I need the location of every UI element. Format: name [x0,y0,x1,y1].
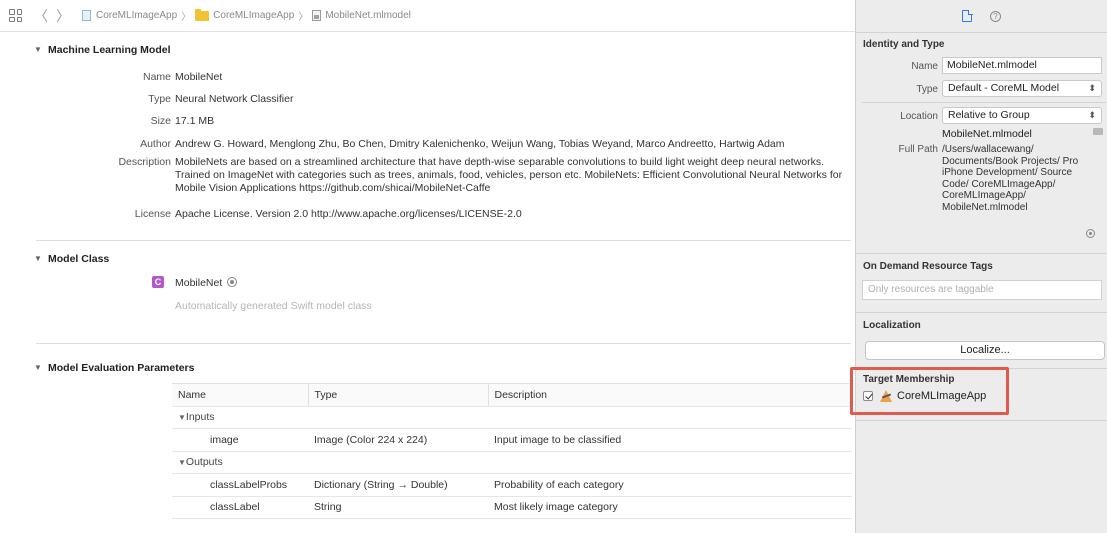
name-label: Name [911,61,938,72]
parameters-table: Name Type Description ▼Inputs image Imag… [172,383,852,519]
inputs-group-label[interactable]: ▼Inputs [172,406,852,429]
param-type: String [308,496,488,519]
related-items-grid-icon[interactable] [9,9,22,22]
section-title: Machine Learning Model [48,44,171,56]
breadcrumb-group[interactable]: CoreMLImageApp [213,10,294,21]
type-label: Type [148,93,171,105]
inspector-divider [856,420,1107,421]
table-header-row: Name Type Description [172,383,852,407]
location-filename: MobileNet.mlmodel [942,128,1032,140]
disclosure-triangle-icon[interactable]: ▼ [34,45,42,54]
section-model-class[interactable]: ▼ Model Class [34,253,110,265]
inspector-divider [856,253,1107,254]
updown-arrows-icon: ⬍ [1088,110,1096,120]
target-membership-highlight [850,367,1009,415]
section-title: Model Class [48,253,110,265]
section-divider [36,343,851,344]
location-select[interactable]: Relative to Group ⬍ [942,107,1102,124]
group-label: Outputs [185,456,223,469]
outputs-group-row[interactable]: ▼Outputs [172,451,852,474]
breadcrumb-separator: 〉 [181,12,192,23]
type-value: Neural Network Classifier [175,93,294,105]
name-field[interactable]: MobileNet.mlmodel [942,57,1102,74]
column-header-description[interactable]: Description [488,383,852,407]
inspector-tabs: ? [856,0,1107,32]
author-label: Author [140,138,171,150]
param-name: image [172,428,308,452]
section-divider [36,240,851,241]
full-path-value: /Users/wallacewang/ Documents/Book Proje… [942,144,1079,213]
identity-type-header: Identity and Type [863,39,945,50]
location-select-value: Relative to Group [948,109,1030,121]
outputs-group-label[interactable]: ▼Outputs [172,451,852,474]
section-machine-learning-model[interactable]: ▼ Machine Learning Model [34,44,171,56]
inspector-divider [862,102,1106,103]
project-file-icon [82,10,91,21]
model-class-note: Automatically generated Swift model clas… [175,300,372,312]
param-description: Probability of each category [488,473,852,497]
table-row: image Image (Color 224 x 224) Input imag… [172,428,852,452]
forward-arrow-icon[interactable]: 〉 [56,9,70,23]
group-label: Inputs [185,411,215,424]
model-editor: ▼ Machine Learning Model Name MobileNet … [0,32,855,533]
param-name: classLabel [172,496,308,519]
breadcrumb-file[interactable]: MobileNet.mlmodel [325,10,411,21]
param-description: Input image to be classified [488,428,852,452]
file-inspector: ? Identity and Type Name MobileNet.mlmod… [855,0,1107,533]
type-label: Type [916,84,938,95]
resource-tags-input[interactable]: Only resources are taggable [862,280,1102,300]
localization-header: Localization [863,320,921,331]
disclosure-triangle-icon[interactable]: ▼ [178,413,186,422]
disclosure-triangle-icon[interactable]: ▼ [178,458,186,467]
inspector-divider [856,312,1107,313]
size-label: Size [150,115,171,127]
choose-folder-icon[interactable] [1093,128,1103,135]
full-path-label: Full Path [898,144,938,155]
model-class-name: MobileNet [175,277,238,289]
description-label: Description [118,156,171,168]
license-label: License [134,208,171,220]
class-name-text: MobileNet [175,277,223,289]
column-header-type[interactable]: Type [308,383,489,407]
param-type: Dictionary (String → Double) [308,473,488,497]
param-type: Image (Color 224 x 224) [308,428,488,452]
section-title: Model Evaluation Parameters [48,362,195,374]
author-value: Andrew G. Howard, Menglong Zhu, Bo Chen,… [175,138,785,150]
inputs-group-row[interactable]: ▼Inputs [172,406,852,429]
breadcrumb-separator: 〉 [298,12,309,23]
navigate-arrow-icon[interactable] [227,277,238,287]
breadcrumb-project[interactable]: CoreMLImageApp [96,10,177,21]
folder-icon [195,8,210,21]
description-value: MobileNets are based on a streamlined ar… [175,156,843,194]
mlmodel-file-icon [312,10,322,21]
updown-arrows-icon: ⬍ [1088,83,1096,93]
column-header-name[interactable]: Name [172,383,309,407]
swift-class-icon: C [152,276,164,288]
section-model-evaluation-parameters[interactable]: ▼ Model Evaluation Parameters [34,362,195,374]
localize-button[interactable]: Localize... [865,341,1105,360]
size-value: 17.1 MB [175,115,215,127]
file-inspector-tab-icon[interactable] [962,9,973,22]
type-select[interactable]: Default - CoreML Model ⬍ [942,80,1102,97]
param-name: classLabelProbs [172,473,308,497]
disclosure-triangle-icon[interactable]: ▼ [34,254,42,263]
type-select-value: Default - CoreML Model [948,82,1060,94]
table-row: classLabelProbs Dictionary (String → Dou… [172,473,852,497]
param-description: Most likely image category [488,496,852,519]
on-demand-resource-tags-header: On Demand Resource Tags [863,261,993,272]
reveal-in-finder-icon[interactable] [1086,229,1095,238]
location-label: Location [900,111,938,122]
table-row: classLabel String Most likely image cate… [172,496,852,519]
name-label: Name [142,71,171,83]
breadcrumb: CoreMLImageApp 〉 CoreMLImageApp 〉 Mobile… [70,8,411,23]
name-value: MobileNet [175,71,223,83]
license-value: Apache License. Version 2.0 http://www.a… [175,208,522,220]
jump-bar: 〈 〉 CoreMLImageApp 〉 CoreMLImageApp 〉 Mo… [0,0,855,32]
disclosure-triangle-icon[interactable]: ▼ [34,363,42,372]
inspector-divider [856,32,1107,33]
back-arrow-icon[interactable]: 〈 [34,9,48,23]
quick-help-tab-icon[interactable]: ? [990,10,1001,22]
